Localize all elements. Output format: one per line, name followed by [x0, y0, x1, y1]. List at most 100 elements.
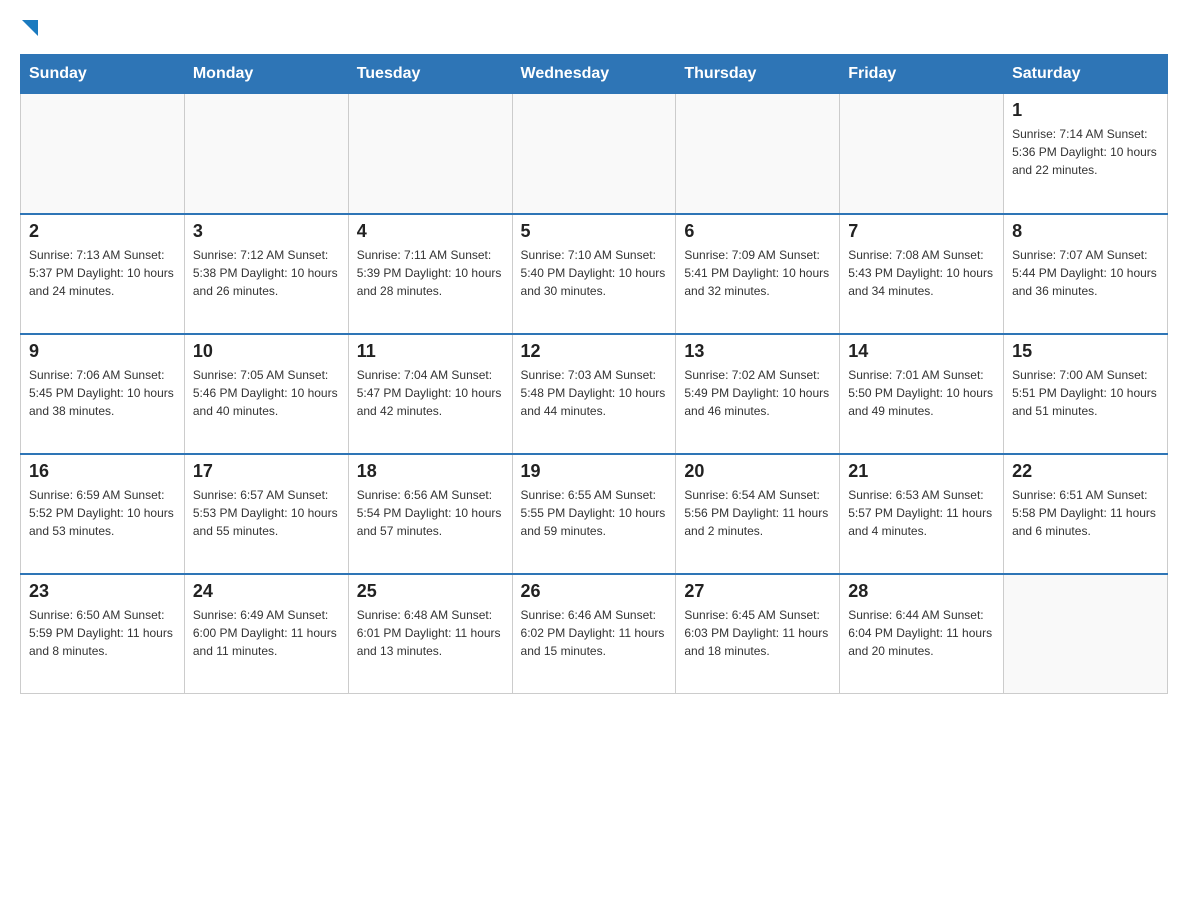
logo: [20, 20, 46, 34]
calendar-cell: 10Sunrise: 7:05 AM Sunset: 5:46 PM Dayli…: [184, 334, 348, 454]
calendar-cell: 16 Sunrise: 6:59 AM Sunset: 5:52 PM Dayli…: [21, 454, 185, 574]
day-info: Sunrise: 6:49 AM Sunset: 6:00 PM Dayligh…: [193, 606, 340, 660]
calendar-header-thursday: Thursday: [676, 55, 840, 94]
calendar-cell: 20 Sunrise: 6:54 AM Sunset: 5:56 PM Dayli…: [676, 454, 840, 574]
calendar-week-row: 9 Sunrise: 7:06 AM Sunset: 5:45 PM Daylig…: [21, 334, 1168, 454]
calendar-week-row: 16 Sunrise: 6:59 AM Sunset: 5:52 PM Dayli…: [21, 454, 1168, 574]
calendar-cell: 3 Sunrise: 7:12 AM Sunset: 5:38 PM Daylig…: [184, 214, 348, 334]
day-number: 26: [521, 581, 668, 602]
day-info: Sunrise: 7:04 AM Sunset: 5:47 PM Dayligh…: [357, 366, 504, 420]
calendar-header-wednesday: Wednesday: [512, 55, 676, 94]
day-info: Sunrise: 7:12 AM Sunset: 5:38 PM Dayligh…: [193, 246, 340, 300]
day-info: Sunrise: 7:06 AM Sunset: 5:45 PM Dayligh…: [29, 366, 176, 420]
calendar-cell: 26 Sunrise: 6:46 AM Sunset: 6:02 PM Dayli…: [512, 574, 676, 694]
calendar-cell: 9 Sunrise: 7:06 AM Sunset: 5:45 PM Daylig…: [21, 334, 185, 454]
day-number: 3: [193, 221, 340, 242]
day-number: 11: [357, 341, 504, 362]
calendar-week-row: 1Sunrise: 7:14 AM Sunset: 5:36 PM Daylig…: [21, 94, 1168, 214]
day-info: Sunrise: 7:00 AM Sunset: 5:51 PM Dayligh…: [1012, 366, 1159, 420]
calendar-cell: 7 Sunrise: 7:08 AM Sunset: 5:43 PM Daylig…: [840, 214, 1004, 334]
day-number: 4: [357, 221, 504, 242]
calendar-cell: 23 Sunrise: 6:50 AM Sunset: 5:59 PM Dayli…: [21, 574, 185, 694]
day-info: Sunrise: 7:08 AM Sunset: 5:43 PM Dayligh…: [848, 246, 995, 300]
day-number: 28: [848, 581, 995, 602]
calendar-cell: 8Sunrise: 7:07 AM Sunset: 5:44 PM Daylig…: [1004, 214, 1168, 334]
day-info: Sunrise: 7:10 AM Sunset: 5:40 PM Dayligh…: [521, 246, 668, 300]
calendar-table: SundayMondayTuesdayWednesdayThursdayFrid…: [20, 54, 1168, 694]
day-number: 21: [848, 461, 995, 482]
calendar-cell: 19 Sunrise: 6:55 AM Sunset: 5:55 PM Dayli…: [512, 454, 676, 574]
day-number: 25: [357, 581, 504, 602]
calendar-cell: 4 Sunrise: 7:11 AM Sunset: 5:39 PM Daylig…: [348, 214, 512, 334]
day-number: 16: [29, 461, 176, 482]
calendar-header-saturday: Saturday: [1004, 55, 1168, 94]
calendar-cell: 14 Sunrise: 7:01 AM Sunset: 5:50 PM Dayli…: [840, 334, 1004, 454]
day-number: 17: [193, 461, 340, 482]
day-number: 18: [357, 461, 504, 482]
calendar-cell: 11 Sunrise: 7:04 AM Sunset: 5:47 PM Dayli…: [348, 334, 512, 454]
calendar-cell: [1004, 574, 1168, 694]
calendar-cell: [512, 94, 676, 214]
calendar-cell: 28 Sunrise: 6:44 AM Sunset: 6:04 PM Dayli…: [840, 574, 1004, 694]
calendar-cell: [348, 94, 512, 214]
calendar-header-row: SundayMondayTuesdayWednesdayThursdayFrid…: [21, 55, 1168, 94]
day-number: 6: [684, 221, 831, 242]
calendar-header-monday: Monday: [184, 55, 348, 94]
day-number: 24: [193, 581, 340, 602]
calendar-header-tuesday: Tuesday: [348, 55, 512, 94]
calendar-week-row: 23 Sunrise: 6:50 AM Sunset: 5:59 PM Dayli…: [21, 574, 1168, 694]
day-info: Sunrise: 6:55 AM Sunset: 5:55 PM Dayligh…: [521, 486, 668, 540]
day-info: Sunrise: 6:48 AM Sunset: 6:01 PM Dayligh…: [357, 606, 504, 660]
calendar-cell: 21 Sunrise: 6:53 AM Sunset: 5:57 PM Dayli…: [840, 454, 1004, 574]
day-info: Sunrise: 6:57 AM Sunset: 5:53 PM Dayligh…: [193, 486, 340, 540]
day-info: Sunrise: 7:07 AM Sunset: 5:44 PM Dayligh…: [1012, 246, 1159, 300]
day-number: 2: [29, 221, 176, 242]
calendar-week-row: 2 Sunrise: 7:13 AM Sunset: 5:37 PM Daylig…: [21, 214, 1168, 334]
day-number: 9: [29, 341, 176, 362]
calendar-cell: 18Sunrise: 6:56 AM Sunset: 5:54 PM Dayli…: [348, 454, 512, 574]
day-info: Sunrise: 6:54 AM Sunset: 5:56 PM Dayligh…: [684, 486, 831, 540]
day-number: 1: [1012, 100, 1159, 121]
calendar-header-friday: Friday: [840, 55, 1004, 94]
day-info: Sunrise: 6:46 AM Sunset: 6:02 PM Dayligh…: [521, 606, 668, 660]
day-info: Sunrise: 6:45 AM Sunset: 6:03 PM Dayligh…: [684, 606, 831, 660]
calendar-cell: 27 Sunrise: 6:45 AM Sunset: 6:03 PM Dayli…: [676, 574, 840, 694]
day-number: 19: [521, 461, 668, 482]
day-info: Sunrise: 6:53 AM Sunset: 5:57 PM Dayligh…: [848, 486, 995, 540]
day-info: Sunrise: 6:50 AM Sunset: 5:59 PM Dayligh…: [29, 606, 176, 660]
calendar-cell: 13 Sunrise: 7:02 AM Sunset: 5:49 PM Dayli…: [676, 334, 840, 454]
calendar-cell: [184, 94, 348, 214]
day-number: 22: [1012, 461, 1159, 482]
day-number: 12: [521, 341, 668, 362]
day-info: Sunrise: 7:11 AM Sunset: 5:39 PM Dayligh…: [357, 246, 504, 300]
day-number: 23: [29, 581, 176, 602]
day-number: 20: [684, 461, 831, 482]
calendar-cell: 24 Sunrise: 6:49 AM Sunset: 6:00 PM Dayli…: [184, 574, 348, 694]
calendar-cell: 2 Sunrise: 7:13 AM Sunset: 5:37 PM Daylig…: [21, 214, 185, 334]
calendar-cell: [676, 94, 840, 214]
day-info: Sunrise: 7:09 AM Sunset: 5:41 PM Dayligh…: [684, 246, 831, 300]
calendar-cell: 12Sunrise: 7:03 AM Sunset: 5:48 PM Dayli…: [512, 334, 676, 454]
day-info: Sunrise: 7:01 AM Sunset: 5:50 PM Dayligh…: [848, 366, 995, 420]
day-number: 27: [684, 581, 831, 602]
calendar-cell: 17 Sunrise: 6:57 AM Sunset: 5:53 PM Dayli…: [184, 454, 348, 574]
calendar-header-sunday: Sunday: [21, 55, 185, 94]
day-number: 15: [1012, 341, 1159, 362]
calendar-cell: 25 Sunrise: 6:48 AM Sunset: 6:01 PM Dayli…: [348, 574, 512, 694]
day-info: Sunrise: 6:51 AM Sunset: 5:58 PM Dayligh…: [1012, 486, 1159, 540]
day-info: Sunrise: 6:59 AM Sunset: 5:52 PM Dayligh…: [29, 486, 176, 540]
day-info: Sunrise: 7:02 AM Sunset: 5:49 PM Dayligh…: [684, 366, 831, 420]
calendar-cell: 1Sunrise: 7:14 AM Sunset: 5:36 PM Daylig…: [1004, 94, 1168, 214]
day-info: Sunrise: 7:13 AM Sunset: 5:37 PM Dayligh…: [29, 246, 176, 300]
calendar-cell: 15 Sunrise: 7:00 AM Sunset: 5:51 PM Dayli…: [1004, 334, 1168, 454]
calendar-cell: 6 Sunrise: 7:09 AM Sunset: 5:41 PM Daylig…: [676, 214, 840, 334]
page-header: [20, 20, 1168, 34]
logo-triangle-icon: [22, 16, 46, 40]
day-number: 7: [848, 221, 995, 242]
day-info: Sunrise: 6:44 AM Sunset: 6:04 PM Dayligh…: [848, 606, 995, 660]
day-number: 13: [684, 341, 831, 362]
day-number: 10: [193, 341, 340, 362]
calendar-cell: [840, 94, 1004, 214]
day-number: 5: [521, 221, 668, 242]
day-number: 14: [848, 341, 995, 362]
